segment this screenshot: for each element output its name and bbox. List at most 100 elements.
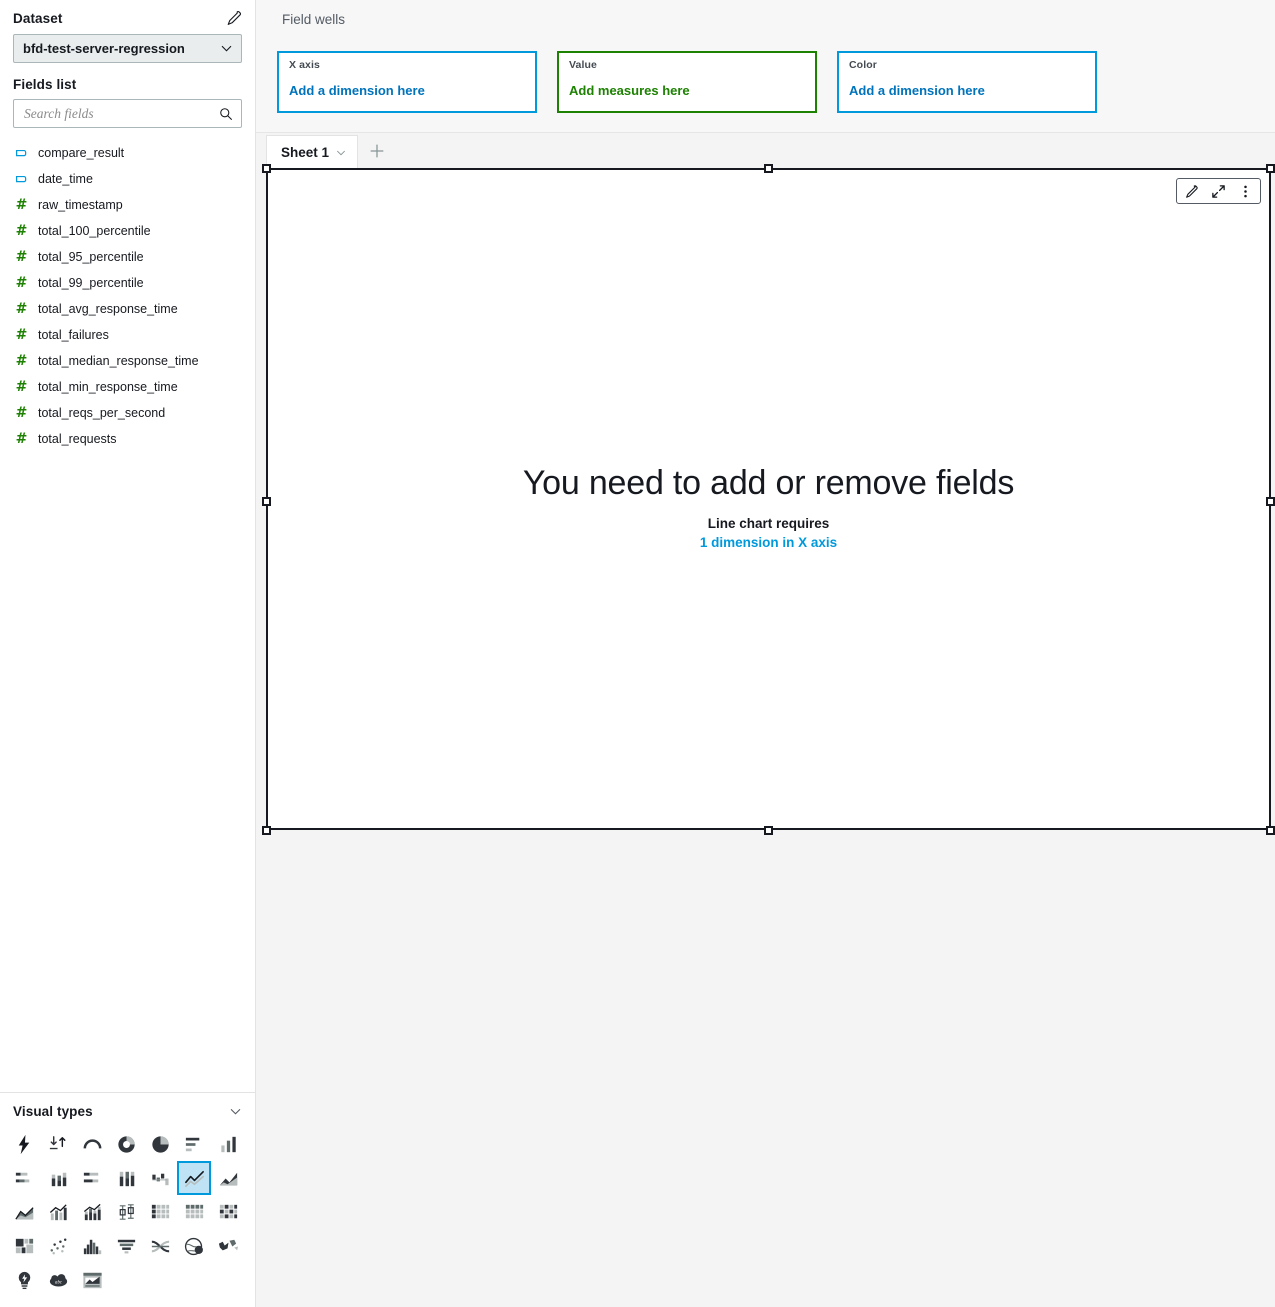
resize-handle-bottom-right[interactable] bbox=[1266, 826, 1275, 835]
chevron-down-icon bbox=[220, 42, 233, 55]
visual-type-vertical-stacked-100-bar[interactable] bbox=[109, 1161, 143, 1195]
field-well-value[interactable]: Value Add measures here bbox=[557, 51, 817, 113]
visual-empty-state: You need to add or remove fields Line ch… bbox=[268, 464, 1269, 550]
visual-type-vertical-stacked-bar[interactable] bbox=[41, 1161, 75, 1195]
visual-type-scatter-plot[interactable] bbox=[41, 1229, 75, 1263]
visual-types-grid: abc bbox=[0, 1127, 255, 1307]
number-field-icon: # bbox=[15, 431, 28, 447]
field-row[interactable]: # total_requests bbox=[0, 426, 255, 452]
kebab-menu-icon[interactable] bbox=[1237, 183, 1254, 200]
dataset-selected-value: bfd-test-server-regression bbox=[23, 41, 185, 56]
field-row[interactable]: # total_99_percentile bbox=[0, 270, 255, 296]
chevron-down-icon[interactable] bbox=[335, 146, 348, 159]
field-row[interactable]: # total_min_response_time bbox=[0, 374, 255, 400]
visual-type-custom-visual[interactable] bbox=[75, 1263, 109, 1297]
field-name: date_time bbox=[38, 172, 93, 186]
resize-handle-top-center[interactable] bbox=[764, 164, 773, 173]
visual-types-title: Visual types bbox=[13, 1104, 93, 1119]
field-wells-title: Field wells bbox=[282, 12, 346, 27]
visual-type-points-on-map[interactable] bbox=[177, 1229, 211, 1263]
field-well-color[interactable]: Color Add a dimension here bbox=[837, 51, 1097, 113]
visual-type-tree-map[interactable] bbox=[7, 1229, 41, 1263]
field-name: compare_result bbox=[38, 146, 125, 160]
empty-state-title: You need to add or remove fields bbox=[522, 464, 1015, 502]
visual-type-table[interactable] bbox=[177, 1195, 211, 1229]
visual-type-pie[interactable] bbox=[143, 1127, 177, 1161]
visual-type-kpi[interactable] bbox=[41, 1127, 75, 1161]
visual-type-box-plot[interactable] bbox=[109, 1195, 143, 1229]
dataset-title: Dataset bbox=[13, 10, 63, 26]
visual-type-pivot-table[interactable] bbox=[143, 1195, 177, 1229]
field-wells-row: X axis Add a dimension here Value Add measu… bbox=[277, 51, 1097, 113]
field-well-cta[interactable]: Add measures here bbox=[569, 83, 805, 98]
number-field-icon: # bbox=[15, 249, 28, 265]
field-name: total_95_percentile bbox=[38, 250, 144, 264]
quicksight-analysis-page: Dataset bfd-test-server-regression Field… bbox=[0, 0, 1275, 1307]
field-well-cta[interactable]: Add a dimension here bbox=[849, 83, 1085, 98]
edit-dataset-pencil-icon[interactable] bbox=[226, 10, 242, 26]
search-input[interactable]: Search fields bbox=[24, 106, 94, 122]
visual-type-heat-map[interactable] bbox=[211, 1195, 245, 1229]
visual-toolbar bbox=[1176, 178, 1261, 204]
number-field-icon: # bbox=[15, 301, 28, 317]
resize-handle-mid-right[interactable] bbox=[1266, 497, 1275, 506]
visual-type-area-line-chart[interactable] bbox=[211, 1161, 245, 1195]
visual-type-stacked-combo[interactable] bbox=[75, 1195, 109, 1229]
resize-handle-bottom-center[interactable] bbox=[764, 826, 773, 835]
field-row[interactable]: # total_95_percentile bbox=[0, 244, 255, 270]
field-row[interactable]: # total_median_response_time bbox=[0, 348, 255, 374]
visual-type-donut[interactable] bbox=[109, 1127, 143, 1161]
visual-type-waterfall[interactable] bbox=[143, 1161, 177, 1195]
field-wells-panel: Field wells X axis Add a dimension here Va… bbox=[256, 0, 1275, 133]
field-name: total_min_response_time bbox=[38, 380, 178, 394]
sheet-tab-sheet-1[interactable]: Sheet 1 bbox=[266, 135, 359, 168]
field-row[interactable]: # raw_timestamp bbox=[0, 192, 255, 218]
field-well-x-axis[interactable]: X axis Add a dimension here bbox=[277, 51, 537, 113]
add-sheet-button[interactable] bbox=[366, 140, 388, 162]
visual-type-word-cloud[interactable]: abc bbox=[41, 1263, 75, 1297]
field-well-cta[interactable]: Add a dimension here bbox=[289, 83, 525, 98]
visual-type-stacked-area-line[interactable] bbox=[7, 1195, 41, 1229]
visual-type-clustered-combo[interactable] bbox=[41, 1195, 75, 1229]
visual-types-panel: Visual types abc bbox=[0, 1092, 255, 1307]
field-row[interactable]: # total_reqs_per_second bbox=[0, 400, 255, 426]
visual-type-horizontal-stacked-bar[interactable] bbox=[7, 1161, 41, 1195]
visual-type-gauge[interactable] bbox=[75, 1127, 109, 1161]
visual-type-sankey-diagram[interactable] bbox=[143, 1229, 177, 1263]
field-well-label: Color bbox=[849, 59, 877, 71]
resize-handle-top-left[interactable] bbox=[262, 164, 271, 173]
search-fields-box[interactable]: Search fields bbox=[13, 99, 242, 128]
field-row[interactable]: # total_100_percentile bbox=[0, 218, 255, 244]
visual-type-horizontal-bar[interactable] bbox=[177, 1127, 211, 1161]
dataset-header: Dataset bbox=[0, 0, 255, 30]
visual-container[interactable]: You need to add or remove fields Line ch… bbox=[266, 168, 1271, 830]
left-sidebar: Dataset bfd-test-server-regression Field… bbox=[0, 0, 256, 1307]
field-name: total_avg_response_time bbox=[38, 302, 178, 316]
field-row[interactable]: # total_avg_response_time bbox=[0, 296, 255, 322]
dataset-select[interactable]: bfd-test-server-regression bbox=[13, 34, 242, 63]
pencil-icon[interactable] bbox=[1183, 183, 1200, 200]
expand-arrows-icon[interactable] bbox=[1210, 183, 1227, 200]
field-name: total_median_response_time bbox=[38, 354, 199, 368]
field-row[interactable]: date_time bbox=[0, 166, 255, 192]
visual-type-insight[interactable] bbox=[7, 1263, 41, 1297]
field-name: raw_timestamp bbox=[38, 198, 123, 212]
visual-types-header[interactable]: Visual types bbox=[0, 1093, 255, 1127]
search-icon bbox=[219, 107, 233, 121]
visual-type-autograph[interactable] bbox=[7, 1127, 41, 1161]
visual-type-histogram[interactable] bbox=[75, 1229, 109, 1263]
resize-handle-mid-left[interactable] bbox=[262, 497, 271, 506]
resize-handle-top-right[interactable] bbox=[1266, 164, 1275, 173]
visual-type-vertical-bar[interactable] bbox=[211, 1127, 245, 1161]
visual-type-horizontal-stacked-100-bar[interactable] bbox=[75, 1161, 109, 1195]
resize-handle-bottom-left[interactable] bbox=[262, 826, 271, 835]
chevron-down-icon[interactable] bbox=[229, 1105, 242, 1118]
visual-type-funnel-chart[interactable] bbox=[109, 1229, 143, 1263]
string-field-icon bbox=[13, 173, 30, 186]
field-row[interactable]: compare_result bbox=[0, 140, 255, 166]
number-field-icon: # bbox=[15, 275, 28, 291]
field-row[interactable]: # total_failures bbox=[0, 322, 255, 348]
visual-type-line-chart[interactable] bbox=[177, 1161, 211, 1195]
empty-state-subtitle: Line chart requires bbox=[707, 516, 830, 532]
visual-type-filled-map[interactable] bbox=[211, 1229, 245, 1263]
